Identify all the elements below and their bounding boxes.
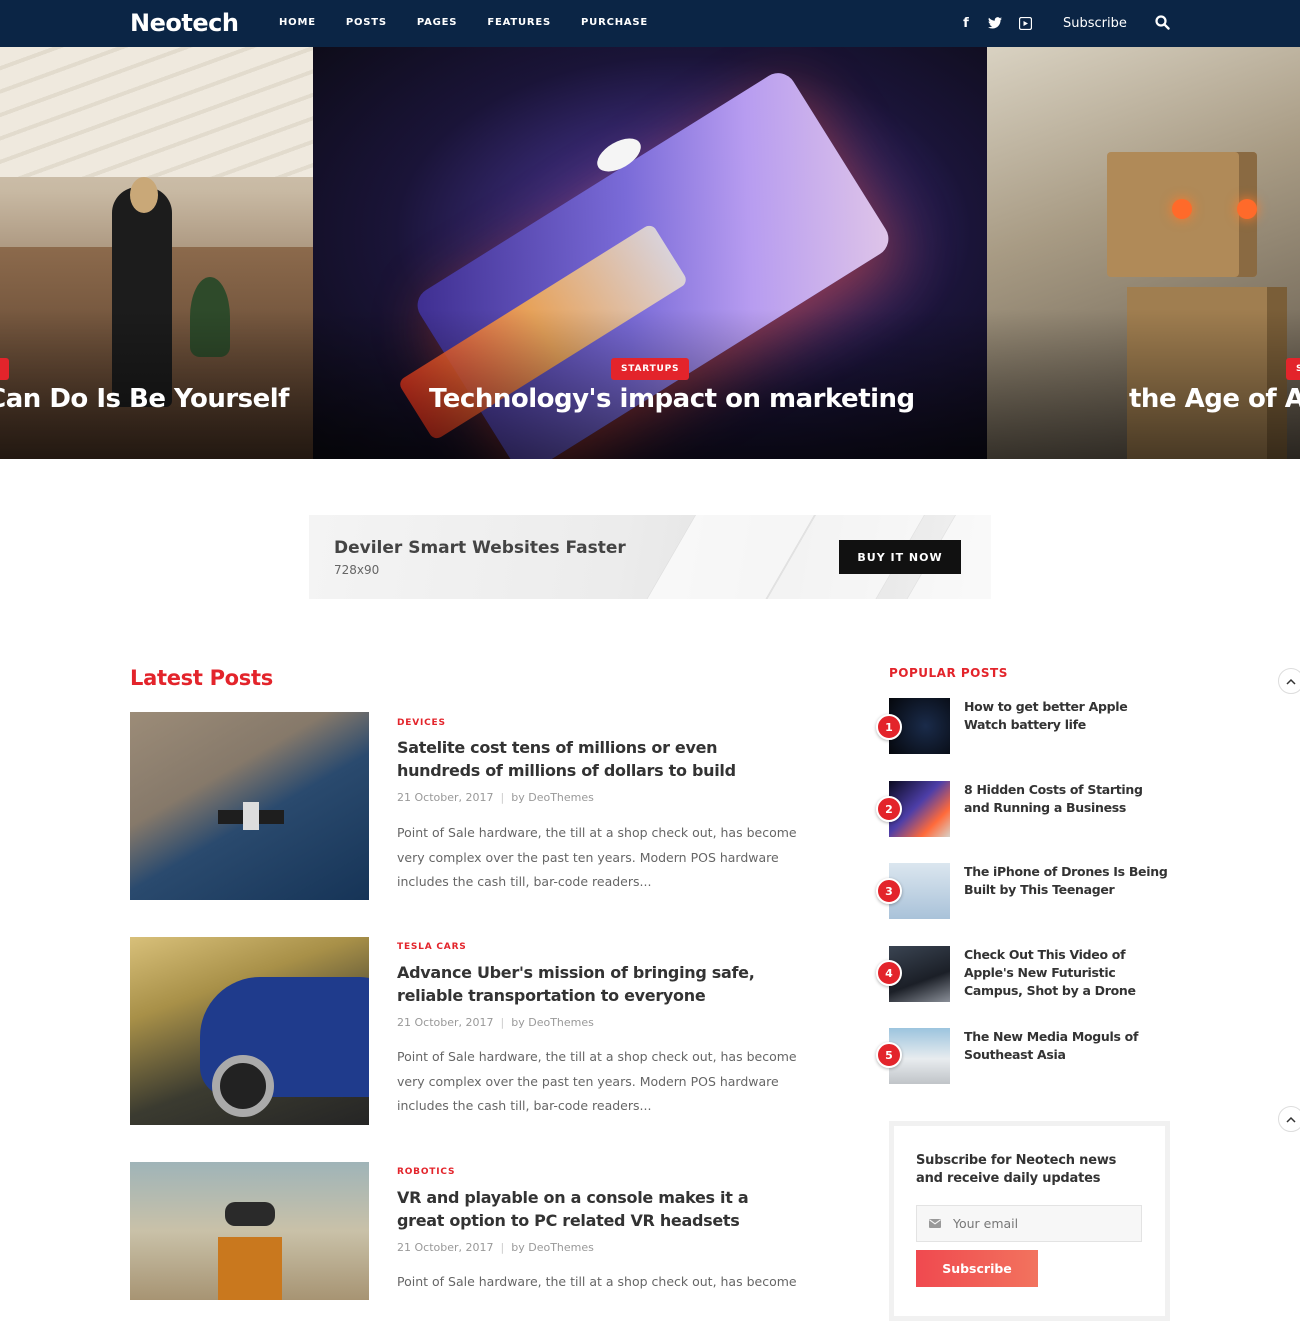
navbar: Neotech HOME POSTS PAGES FEATURES PURCHA…	[0, 0, 1300, 47]
chevron-up-icon	[1286, 1116, 1296, 1123]
buy-now-button[interactable]: BUY IT NOW	[839, 540, 961, 574]
hero-center-title[interactable]: Technology's impact on marketing	[429, 384, 915, 414]
person-head	[130, 177, 158, 213]
twitter-icon[interactable]	[987, 15, 1003, 31]
post-title[interactable]: Satelite cost tens of millions or even h…	[397, 736, 797, 782]
nav-item-features[interactable]: FEATURES	[487, 17, 551, 28]
robot-eye-right	[1237, 199, 1257, 219]
post-category[interactable]: DEVICES	[397, 718, 446, 728]
robot-eye-left	[1172, 199, 1192, 219]
hero-right-title[interactable]: the Age of Art	[1129, 384, 1300, 414]
post-author[interactable]: by DeoThemes	[511, 791, 594, 804]
post-category[interactable]: TESLA CARS	[397, 942, 467, 952]
popular-rank-badge: 4	[876, 960, 902, 986]
post-title[interactable]: VR and playable on a console makes it a …	[397, 1186, 797, 1232]
post-date: 21 October, 2017	[397, 1016, 494, 1029]
post-excerpt: Point of Sale hardware, the till at a sh…	[397, 1049, 797, 1113]
hero-right-tag[interactable]: S	[1286, 358, 1300, 380]
nav-item-home[interactable]: HOME	[279, 17, 316, 28]
scroll-up-button[interactable]	[1278, 1106, 1300, 1132]
popular-post-title[interactable]: How to get better Apple Watch battery li…	[964, 698, 1169, 734]
main-menu: HOME POSTS PAGES FEATURES PURCHASE	[279, 17, 678, 28]
hero-left-tag[interactable]: S	[0, 358, 10, 380]
popular-post-title[interactable]: Check Out This Video of Apple's New Futu…	[964, 946, 1169, 1000]
nav-item-purchase[interactable]: PURCHASE	[581, 17, 648, 28]
hero-center-tag[interactable]: STARTUPS	[611, 358, 690, 380]
nav-item-pages[interactable]: PAGES	[417, 17, 457, 28]
post-meta: 21 October, 2017 | by DeoThemes	[397, 1016, 594, 1029]
post-title[interactable]: Advance Uber's mission of bringing safe,…	[397, 961, 797, 1007]
ad-size: 728x90	[334, 563, 380, 577]
post-author[interactable]: by DeoThemes	[511, 1016, 594, 1029]
chevron-up-icon	[1286, 678, 1296, 685]
email-field[interactable]: Your email	[916, 1205, 1142, 1242]
popular-post-title[interactable]: 8 Hidden Costs of Starting and Running a…	[964, 781, 1169, 817]
post-author[interactable]: by DeoThemes	[511, 1241, 594, 1254]
car-wheel-image	[212, 1055, 274, 1117]
post-thumbnail[interactable]	[130, 1162, 369, 1300]
popular-post-title[interactable]: The iPhone of Drones Is Being Built by T…	[964, 863, 1169, 899]
post-thumbnail[interactable]	[130, 937, 369, 1125]
robot-eyes-image	[225, 1202, 275, 1226]
site-logo[interactable]: Neotech	[130, 9, 239, 37]
popular-rank-badge: 1	[876, 714, 902, 740]
post-meta: 21 October, 2017 | by DeoThemes	[397, 791, 594, 804]
popular-rank-badge: 2	[876, 796, 902, 822]
hero-slider: S u Can Do Is Be Yourself STARTUPS Techn…	[0, 47, 1300, 459]
post-meta: 21 October, 2017 | by DeoThemes	[397, 1241, 594, 1254]
envelope-icon	[929, 1219, 941, 1228]
ceiling-image	[0, 47, 313, 177]
hero-left-title[interactable]: u Can Do Is Be Yourself	[0, 384, 290, 414]
nav-item-posts[interactable]: POSTS	[346, 17, 387, 28]
ad-title: Deviler Smart Websites Faster	[334, 538, 626, 558]
nav-subscribe-link[interactable]: Subscribe	[1063, 16, 1127, 31]
hero-slide-left[interactable]: S u Can Do Is Be Yourself	[0, 47, 313, 459]
popular-rank-badge: 3	[876, 878, 902, 904]
popular-posts-heading: POPULAR POSTS	[889, 666, 1008, 680]
post-date: 21 October, 2017	[397, 1241, 494, 1254]
post-thumbnail[interactable]	[130, 712, 369, 900]
latest-posts-heading: Latest Posts	[130, 666, 273, 690]
popular-post-title[interactable]: The New Media Moguls of Southeast Asia	[964, 1028, 1169, 1064]
subscribe-button[interactable]: Subscribe	[916, 1250, 1038, 1287]
post-category[interactable]: ROBOTICS	[397, 1167, 455, 1177]
scroll-up-button[interactable]	[1278, 668, 1300, 694]
search-icon[interactable]	[1155, 15, 1171, 31]
subscribe-title: Subscribe for Neotech news and receive d…	[916, 1153, 1117, 1186]
post-date: 21 October, 2017	[397, 791, 494, 804]
youtube-icon[interactable]	[1017, 15, 1033, 31]
facebook-icon[interactable]: f	[958, 15, 974, 31]
post-excerpt: Point of Sale hardware, the till at a sh…	[397, 1274, 797, 1289]
ad-banner[interactable]: Deviler Smart Websites Faster 728x90 BUY…	[309, 515, 991, 599]
robot-toy-image	[218, 1237, 282, 1300]
hero-slide-right[interactable]: S the Age of Art	[987, 47, 1300, 459]
hero-slide-center[interactable]: STARTUPS Technology's impact on marketin…	[313, 47, 987, 459]
post-excerpt: Point of Sale hardware, the till at a sh…	[397, 825, 797, 889]
popular-rank-badge: 5	[876, 1042, 902, 1068]
email-placeholder: Your email	[953, 1216, 1019, 1231]
